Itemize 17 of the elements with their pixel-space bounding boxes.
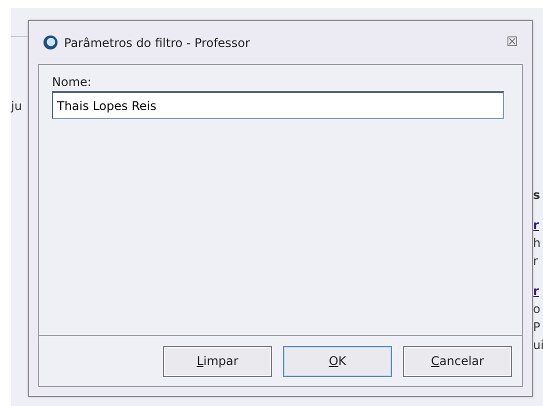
partial-text: ju bbox=[11, 99, 22, 113]
partial-text: P bbox=[533, 320, 542, 334]
partial-link[interactable]: r bbox=[533, 218, 543, 232]
app-logo-icon bbox=[43, 35, 58, 50]
partial-link[interactable]: r bbox=[533, 284, 543, 298]
window-title: Parâmetros do filtro - Professor bbox=[64, 36, 251, 50]
partial-text: ui bbox=[533, 338, 543, 352]
partial-text: r bbox=[533, 254, 539, 268]
dialog-button[interactable]: Limpar bbox=[163, 346, 272, 376]
name-input-field[interactable]: Thais Lopes Reis bbox=[52, 91, 504, 119]
partial-text: s bbox=[533, 188, 542, 202]
partial-text: o bbox=[533, 302, 542, 316]
field-label: Nome: bbox=[52, 75, 92, 89]
default-button[interactable]: OK bbox=[283, 346, 392, 376]
partial-text: h bbox=[533, 236, 542, 250]
close-button[interactable]: ☒ bbox=[506, 35, 518, 50]
dialog-button[interactable]: Cancelar bbox=[403, 346, 512, 376]
